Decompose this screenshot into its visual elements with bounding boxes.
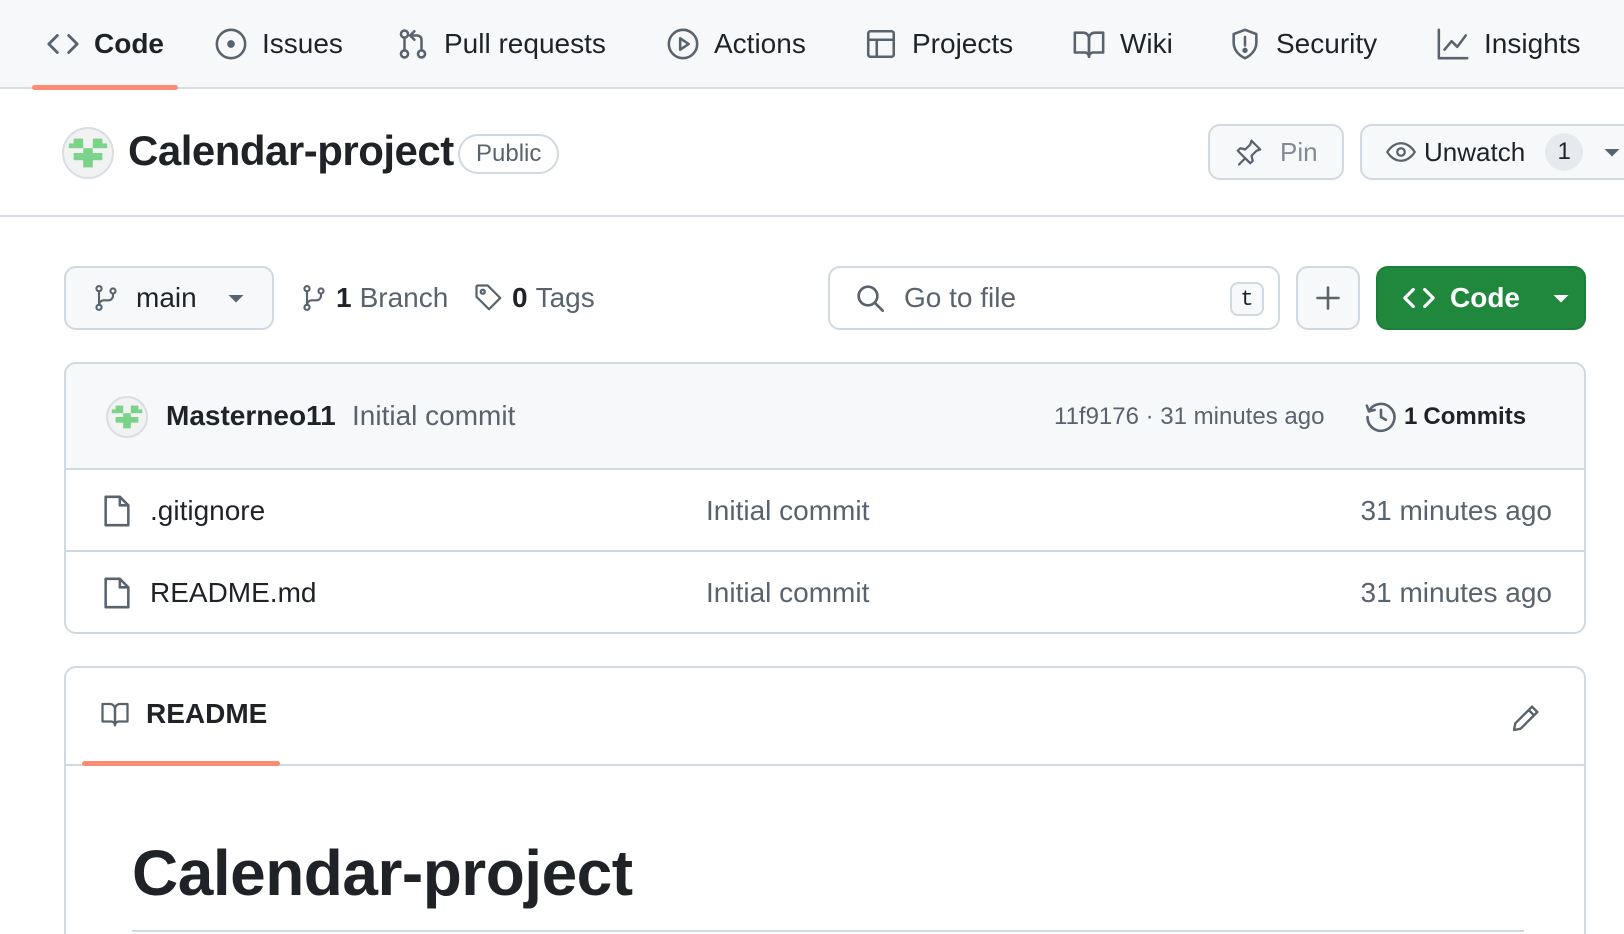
code-dropdown-button[interactable]: Code — [1376, 266, 1586, 330]
readme-tab[interactable]: README — [98, 698, 267, 730]
tab-projects[interactable]: Projects — [864, 0, 1013, 88]
readme-panel: README Calendar-project — [64, 666, 1586, 934]
watch-count: 1 — [1545, 133, 1584, 171]
tab-projects-label: Projects — [912, 28, 1014, 59]
tab-actions[interactable]: Actions — [666, 0, 806, 88]
tab-security-label: Security — [1276, 28, 1378, 59]
tab-security[interactable]: Security — [1228, 0, 1377, 88]
git-branch-icon — [303, 285, 325, 311]
search-icon — [857, 285, 884, 312]
file-icon — [104, 495, 130, 527]
git-pull-request-icon — [399, 29, 427, 59]
commits-label: Commits — [1423, 403, 1527, 430]
file-updated-time: 31 minutes ago — [1360, 495, 1552, 526]
code-icon — [47, 34, 79, 54]
caret-down-icon — [1604, 149, 1620, 157]
play-icon — [667, 28, 699, 60]
file-row[interactable]: .gitignore Initial commit 31 minutes ago — [66, 470, 1584, 552]
unwatch-button[interactable]: Unwatch 1 — [1360, 124, 1624, 180]
tab-code-label: Code — [94, 28, 164, 59]
branch-count: 1 — [336, 282, 352, 313]
tab-insights[interactable]: Insights — [1436, 0, 1581, 88]
caret-down-icon — [228, 295, 244, 303]
plus-icon — [1316, 286, 1340, 310]
repo-nav: Code Issues Pull requests Actions Projec… — [0, 0, 1624, 90]
commit-hash-time[interactable]: 11f9176 · 31 minutes ago — [1054, 403, 1324, 431]
search-placeholder: Go to file — [904, 282, 1017, 313]
pin-button[interactable]: Pin — [1208, 124, 1344, 180]
code-button-label: Code — [1450, 282, 1520, 313]
identicon-icon — [111, 405, 143, 429]
readme-heading: Calendar-project — [132, 837, 633, 909]
file-commit-message[interactable]: Initial commit — [706, 495, 869, 527]
tab-pull-requests-label: Pull requests — [444, 28, 606, 59]
unwatch-label: Unwatch — [1424, 136, 1526, 167]
book-icon — [101, 702, 129, 727]
git-branch-icon — [95, 285, 117, 311]
commit-author[interactable]: Masterneo11 — [166, 400, 336, 432]
file-updated-time: 31 minutes ago — [1360, 577, 1552, 608]
tab-insights-label: Insights — [1484, 28, 1581, 59]
eye-icon — [1386, 142, 1416, 162]
tab-wiki[interactable]: Wiki — [1072, 0, 1173, 88]
caret-down-icon — [1553, 295, 1569, 303]
code-icon — [1403, 287, 1435, 309]
tag-count: 0 — [512, 282, 528, 313]
graph-icon — [1437, 28, 1469, 60]
commits-count: 1 — [1404, 403, 1418, 430]
repo-header: Calendar-project Public Pin Unwatch 1 — [0, 89, 1624, 217]
owner-avatar[interactable] — [62, 127, 114, 179]
latest-commit-bar: Masterneo11 Initial commit 11f9176 · 31 … — [66, 364, 1584, 470]
branch-name: main — [136, 282, 197, 313]
tab-pull-requests[interactable]: Pull requests — [396, 0, 606, 88]
tab-issues[interactable]: Issues — [214, 0, 343, 88]
author-avatar[interactable] — [106, 396, 148, 438]
branch-selector[interactable]: main — [64, 266, 274, 330]
active-tab-underline — [82, 761, 280, 766]
tags-link[interactable]: 0 Tags — [474, 266, 595, 330]
file-row[interactable]: README.md Initial commit 31 minutes ago — [66, 552, 1584, 632]
book-icon — [1073, 31, 1105, 59]
table-icon — [866, 29, 896, 59]
go-to-file-search[interactable]: Go to file t — [828, 266, 1280, 330]
shield-icon — [1232, 28, 1258, 60]
history-icon — [1365, 402, 1396, 433]
repo-title[interactable]: Calendar-project — [128, 127, 454, 175]
identicon-icon — [68, 138, 108, 168]
heading-divider — [132, 930, 1524, 932]
pin-label: Pin — [1280, 136, 1318, 167]
tab-actions-label: Actions — [714, 28, 806, 59]
tab-code[interactable]: Code — [32, 0, 178, 90]
readme-tab-label: README — [146, 698, 268, 729]
shortcut-key: t — [1230, 282, 1264, 316]
commits-history-link[interactable]: 1 Commits — [1364, 400, 1526, 434]
visibility-badge: Public — [458, 134, 560, 174]
tag-icon — [475, 284, 502, 311]
file-icon — [104, 577, 130, 609]
file-name[interactable]: .gitignore — [150, 495, 265, 527]
issue-opened-icon — [215, 28, 247, 60]
branches-link[interactable]: 1 Branch — [300, 266, 448, 330]
file-commit-message[interactable]: Initial commit — [706, 577, 869, 609]
pin-icon — [1236, 139, 1262, 166]
add-file-button[interactable] — [1296, 266, 1360, 330]
commit-message[interactable]: Initial commit — [352, 400, 515, 432]
tag-label: Tags — [535, 282, 595, 313]
pencil-icon[interactable] — [1510, 702, 1542, 734]
file-list: Masterneo11 Initial commit 11f9176 · 31 … — [64, 362, 1586, 634]
tab-issues-label: Issues — [262, 28, 343, 59]
tab-wiki-label: Wiki — [1120, 28, 1173, 59]
readme-header: README — [66, 668, 1584, 766]
file-name[interactable]: README.md — [150, 577, 316, 609]
branch-label: Branch — [359, 282, 449, 313]
